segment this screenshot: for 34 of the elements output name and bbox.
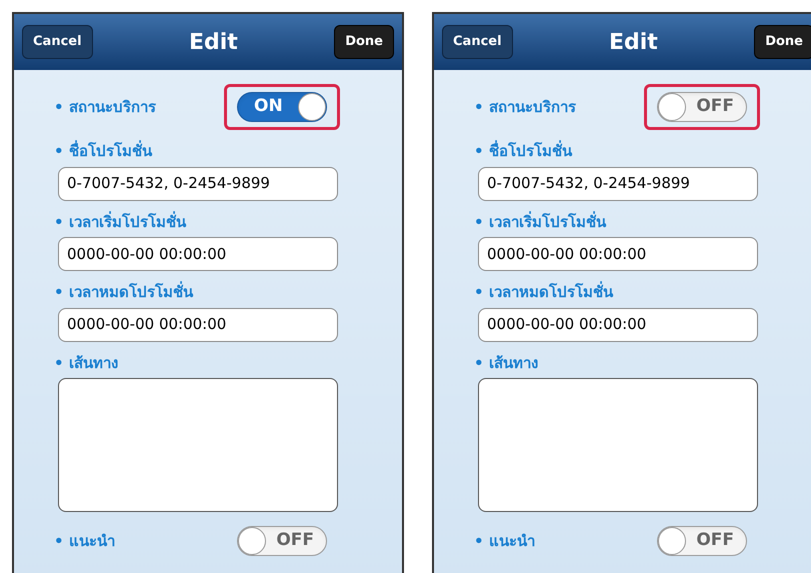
text-area[interactable]	[58, 378, 338, 512]
field-label: • สถานะบริการ	[54, 96, 156, 118]
screen-title: Edit	[188, 28, 238, 56]
field-label: • แนะนำ	[54, 530, 115, 552]
field-label: • เวลาเริ่มโปรโมชั่น	[474, 210, 608, 232]
toggle-knob-icon	[658, 527, 686, 555]
done-button[interactable]: Done	[754, 25, 811, 59]
toggle-switch[interactable]: OFF	[657, 92, 747, 122]
cancel-button[interactable]: Cancel	[22, 25, 93, 59]
toggle-knob-icon	[238, 527, 266, 555]
field-label: • ชื่อโปรโมชั่น	[474, 140, 574, 162]
input-field[interactable]: 0-7007-5432, 0-2454-9899	[58, 166, 338, 200]
field-label: • เส้นทาง	[54, 352, 119, 374]
screen-title: Edit	[608, 28, 658, 56]
field-label: • แนะนำ	[474, 530, 535, 552]
field-label: • เวลาเริ่มโปรโมชั่น	[54, 210, 188, 232]
field-label: • เวลาหมดโปรโมชั่น	[474, 281, 614, 303]
toggle-switch[interactable]: ON	[237, 92, 327, 122]
toggle-switch[interactable]: OFF	[237, 526, 327, 556]
input-field[interactable]: 0000-00-00 00:00:00	[58, 237, 338, 271]
toggle-knob-icon	[658, 93, 686, 121]
toggle-switch[interactable]: OFF	[657, 526, 747, 556]
input-field[interactable]: 0000-00-00 00:00:00	[478, 237, 758, 271]
field-label: • สถานะบริการ	[474, 96, 576, 118]
field-label: • เส้นทาง	[474, 352, 539, 374]
input-field[interactable]: 0000-00-00 00:00:00	[478, 308, 758, 342]
done-button[interactable]: Done	[334, 25, 394, 59]
input-field[interactable]: 0-7007-5432, 0-2454-9899	[478, 166, 758, 200]
text-area[interactable]	[478, 378, 758, 512]
field-label: • เวลาหมดโปรโมชั่น	[54, 281, 194, 303]
toggle-knob-icon	[298, 93, 326, 121]
field-label: • ชื่อโปรโมชั่น	[54, 140, 154, 162]
input-field[interactable]: 0000-00-00 00:00:00	[58, 308, 338, 342]
cancel-button[interactable]: Cancel	[442, 25, 513, 59]
